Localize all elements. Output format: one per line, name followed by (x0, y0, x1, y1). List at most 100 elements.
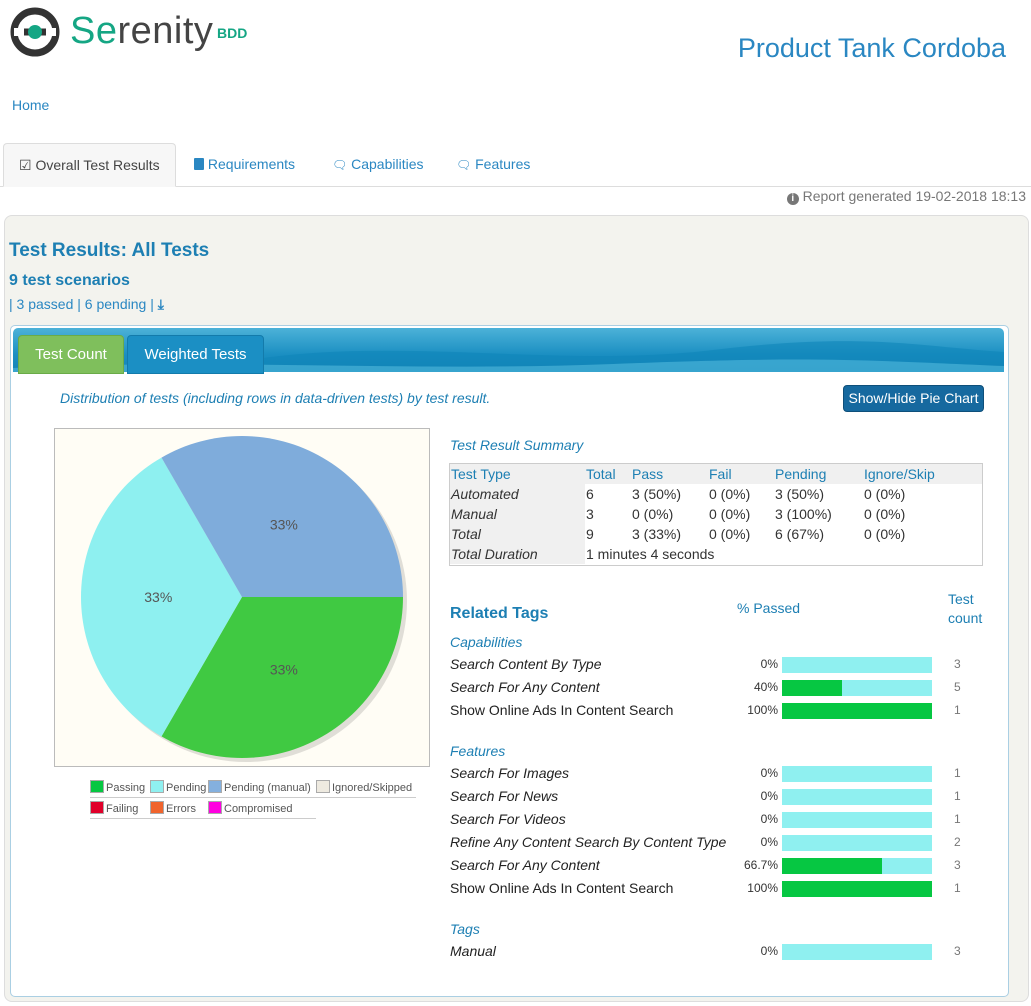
legend-item: Compromised (208, 800, 292, 818)
tag-percent-passed: 40% (753, 680, 778, 694)
tag-link[interactable]: Show Online Ads In Content Search (450, 702, 673, 718)
cell-pass: 3 (33%) (632, 526, 682, 542)
summary-header-row: Test Type Total Pass Fail Pending Ignore… (450, 464, 982, 484)
pie-chart: 33% 33% 33% (54, 428, 430, 767)
legend-label: Ignored/Skipped (332, 782, 413, 794)
tag-link[interactable]: Search For News (450, 788, 558, 804)
tab-test-count[interactable]: Test Count (18, 335, 124, 374)
tab-features[interactable]: 🗨 Features (456, 143, 530, 185)
legend-swatch (316, 780, 330, 793)
tag-progress-bar (782, 858, 932, 874)
summary-title: Test Result Summary (450, 437, 584, 453)
tab-label: Overall Test Results (35, 157, 160, 173)
tag-test-count: 1 (954, 703, 961, 717)
tag-link[interactable]: Search Content By Type (450, 656, 601, 672)
tag-progress-fill (782, 703, 932, 719)
pie-legend: Passing Pending Pending (manual) Ignored/Sk… (90, 779, 416, 819)
legend-label: Passing (106, 782, 146, 794)
header-total: Total (586, 466, 616, 482)
tag-percent-passed: 66.7% (743, 858, 778, 872)
tag-test-count: 2 (954, 835, 961, 849)
tag-progress-fill (782, 858, 883, 874)
tag-progress-bar (782, 944, 932, 960)
tag-percent-passed: 100% (747, 703, 778, 717)
tab-label: Capabilities (351, 156, 424, 172)
header-test-type: Test Type (451, 466, 511, 482)
legend-item: Failing (90, 800, 138, 818)
tag-test-count: 3 (954, 944, 961, 958)
legend-item: Pending (manual) (208, 779, 311, 797)
duration-label: Total Duration (451, 546, 538, 562)
legend-swatch (208, 801, 222, 814)
tab-requirements[interactable]: Requirements (194, 143, 295, 185)
legend-label: Pending (166, 782, 207, 794)
cell-pass: 0 (0%) (632, 506, 674, 522)
legend-swatch (150, 780, 164, 793)
legend-divider (90, 818, 316, 819)
tag-test-count: 5 (954, 680, 961, 694)
serenity-logo-icon (10, 7, 60, 57)
book-icon (194, 158, 204, 170)
tag-link[interactable]: Refine Any Content Search By Content Typ… (450, 834, 726, 850)
tag-progress-bar (782, 766, 932, 782)
test-count-header-line2: count (948, 610, 983, 626)
logo-text-rest: renity (117, 10, 214, 52)
tag-percent-passed: 0% (760, 835, 778, 849)
tag-progress-bar (782, 835, 932, 851)
tag-link[interactable]: Search For Any Content (450, 857, 600, 873)
pie-chart-svg: 33% 33% 33% (81, 436, 407, 762)
pie-slice-label: 33% (144, 589, 172, 605)
logo-text: Serenity (70, 10, 213, 53)
tab-overall-test-results[interactable]: ☑ Overall Test Results (3, 143, 176, 187)
separator: | (77, 296, 81, 312)
tag-link[interactable]: Manual (450, 943, 496, 959)
legend-swatch (150, 801, 164, 814)
legend-swatch (90, 780, 104, 793)
tag-percent-passed: 0% (760, 812, 778, 826)
tag-percent-passed: 0% (760, 944, 778, 958)
tag-test-count: 3 (954, 858, 961, 872)
legend-swatch (90, 801, 104, 814)
home-link[interactable]: Home (12, 97, 49, 113)
tag-percent-passed: 0% (760, 789, 778, 803)
row-label: Total (451, 526, 481, 542)
passed-link[interactable]: 3 passed (17, 296, 74, 312)
tag-progress-bar (782, 680, 932, 696)
show-hide-pie-chart-button[interactable]: Show/Hide Pie Chart (843, 385, 984, 412)
separator: | (150, 296, 154, 312)
tag-progress-bar (782, 789, 932, 805)
cell-fail: 0 (0%) (709, 486, 751, 502)
tag-test-count: 1 (954, 881, 961, 895)
percent-passed-header: % Passed (737, 600, 801, 616)
legend-item: Ignored/Skipped (316, 779, 412, 797)
legend-item: Errors (150, 800, 196, 818)
tab-capabilities[interactable]: 🗨 Capabilities (332, 143, 424, 185)
header-pending: Pending (775, 466, 827, 482)
tag-link[interactable]: Search For Videos (450, 811, 566, 827)
comments-icon: 🗨 (456, 158, 472, 172)
legend-label: Pending (manual) (224, 782, 311, 794)
legend-swatch (208, 780, 222, 793)
summary-row-manual: Manual 3 0 (0%) 0 (0%) 3 (100%) 0 (0%) (450, 504, 982, 524)
download-icon[interactable]: ⤓ (158, 296, 164, 312)
tag-link[interactable]: Search For Images (450, 765, 569, 781)
logo-text-se: Se (70, 10, 118, 52)
tag-progress-fill (782, 881, 932, 897)
tab-label: Requirements (207, 156, 296, 172)
tag-percent-passed: 0% (760, 657, 778, 671)
info-icon: i (786, 193, 799, 205)
distribution-text: Distribution of tests (including rows in… (60, 390, 491, 406)
row-label: Manual (451, 506, 497, 522)
summary-row-total: Total 9 3 (33%) 0 (0%) 6 (67%) 0 (0%) (450, 524, 982, 544)
legend-label: Compromised (224, 803, 293, 815)
tag-group-capabilities: Capabilities (450, 634, 523, 650)
tab-weighted-tests[interactable]: Weighted Tests (127, 335, 264, 374)
tag-test-count: 3 (954, 657, 961, 671)
header-ignore-skip: Ignore/Skip (864, 466, 935, 482)
cell-total: 3 (586, 506, 594, 522)
row-label: Automated (451, 486, 519, 502)
test-count-header-line1: Test (948, 591, 974, 607)
tag-link[interactable]: Search For Any Content (450, 679, 600, 695)
pending-link[interactable]: 6 pending (85, 296, 147, 312)
tag-link[interactable]: Show Online Ads In Content Search (450, 880, 673, 896)
